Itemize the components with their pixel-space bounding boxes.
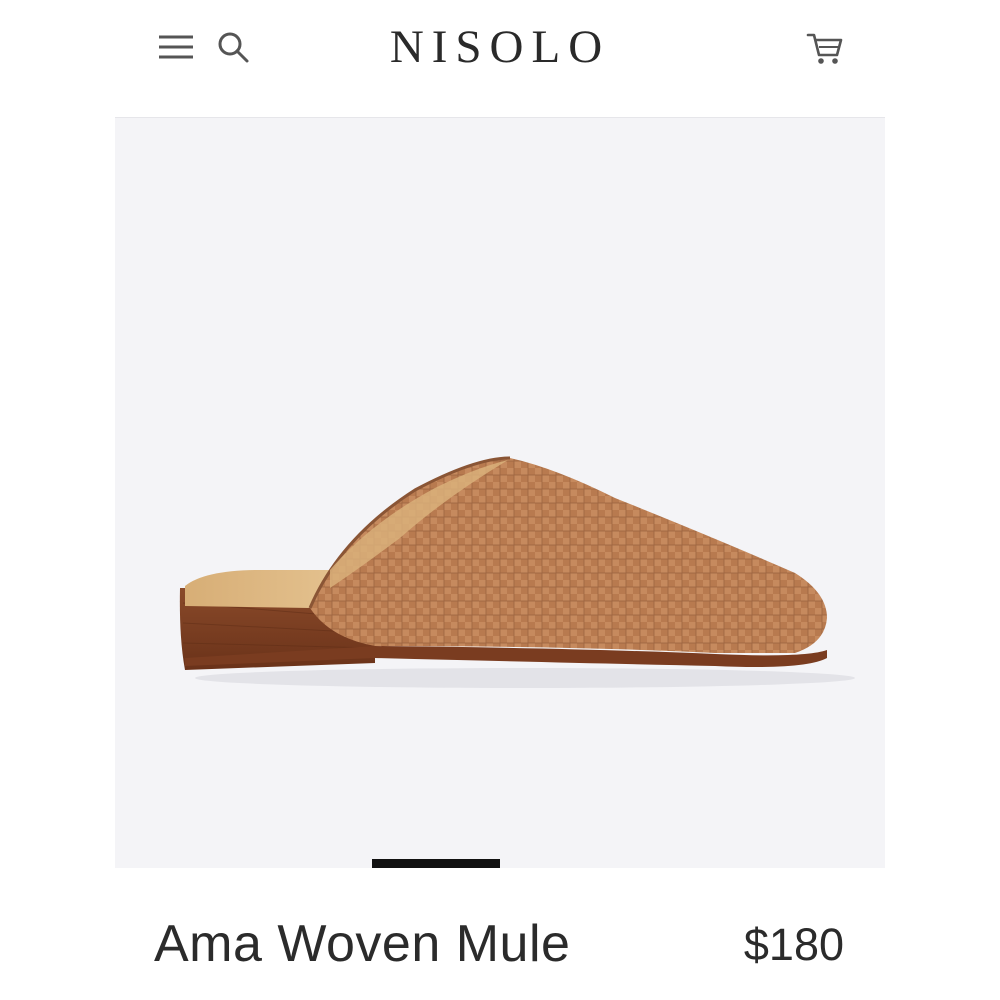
product-title: Ama Woven Mule [154,915,571,973]
brand-logo[interactable]: NISOLO [350,18,650,76]
product-price: $180 [743,919,844,970]
shopping-cart-icon[interactable] [804,27,846,69]
hamburger-menu-icon[interactable] [156,30,196,64]
product-image-panel[interactable] [115,117,885,868]
woven-leather-mule-shoe [179,456,855,688]
site-header: NISOLO [0,0,1000,96]
search-icon[interactable] [214,28,252,66]
carousel-active-indicator[interactable] [372,859,500,868]
product-page: NISOLO Ama Woven Mule $180 [0,0,1000,1000]
